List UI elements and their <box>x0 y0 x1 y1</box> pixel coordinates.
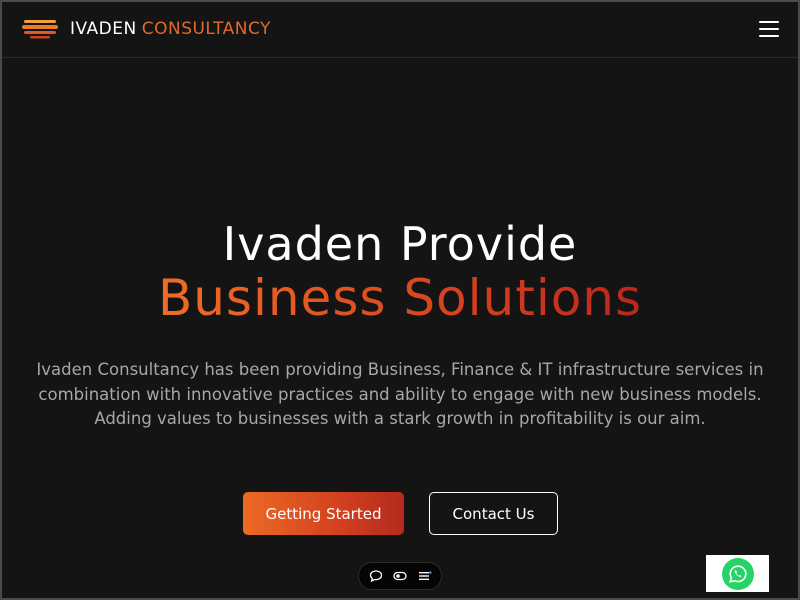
hero-subtitle-text: Business Solutions <box>157 269 643 327</box>
floating-toolbar <box>358 562 442 590</box>
contact-us-button[interactable]: Contact Us <box>429 492 558 535</box>
hero-description: Ivaden Consultancy has been providing Bu… <box>36 360 764 428</box>
logo[interactable]: IVADEN CONSULTANCY <box>22 19 271 39</box>
chat-bubble-icon[interactable] <box>368 568 384 584</box>
whatsapp-icon[interactable] <box>721 557 754 590</box>
getting-started-button[interactable]: Getting Started <box>243 492 404 535</box>
hamburger-menu-icon[interactable] <box>759 21 779 37</box>
brand-name: IVADEN CONSULTANCY <box>70 19 271 39</box>
toggle-icon[interactable] <box>392 568 408 584</box>
brand-primary: IVADEN <box>70 19 137 39</box>
hero-subtitle: Business Solutions <box>0 268 800 328</box>
hero-title: Ivaden Provide <box>222 217 578 271</box>
site-header: IVADEN CONSULTANCY <box>0 0 800 58</box>
brand-secondary: CONSULTANCY <box>141 19 271 39</box>
list-icon[interactable] <box>417 568 433 584</box>
logo-mark-icon <box>22 20 58 39</box>
whatsapp-widget <box>706 555 769 592</box>
